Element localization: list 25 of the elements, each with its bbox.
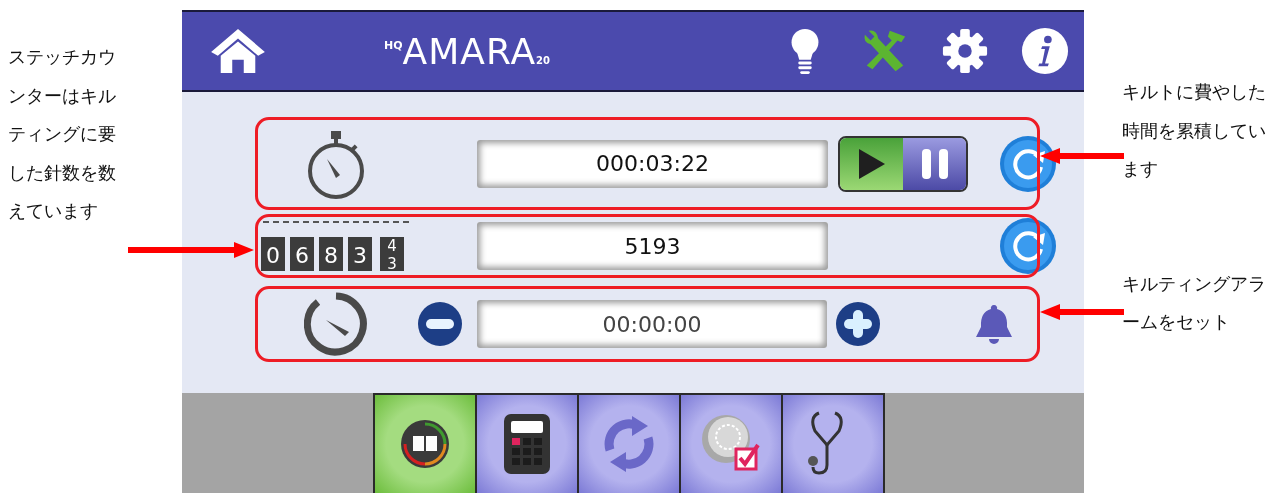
tab-button[interactable]: [679, 393, 783, 493]
settings-icon[interactable]: [940, 27, 990, 75]
info-icon[interactable]: [1020, 27, 1070, 75]
plus-button[interactable]: [835, 301, 882, 347]
play-pause-toggle[interactable]: [838, 135, 968, 192]
tab-button[interactable]: [373, 393, 477, 493]
reset-button[interactable]: [999, 217, 1057, 275]
tab-button[interactable]: [475, 393, 579, 493]
tab-button[interactable]: [781, 393, 885, 493]
minus-button[interactable]: [416, 301, 463, 347]
value-field: 00:00:00: [476, 300, 828, 348]
value-field: 000:03:22: [477, 139, 828, 188]
calculator-icon[interactable]: [503, 413, 551, 475]
play-icon[interactable]: [856, 146, 887, 181]
annotation-text: キルトに費やした時間を累積しています: [1122, 80, 1267, 181]
stopwatch-icon: [305, 128, 367, 199]
bell-icon[interactable]: [974, 303, 1015, 345]
reset-button[interactable]: [999, 134, 1057, 193]
annotation-text: ステッチカウンターはキルティングに要した針数を数えています: [8, 45, 117, 223]
value-field: 5193: [477, 222, 828, 270]
timer-icon: [303, 292, 368, 356]
tab-button[interactable]: [577, 393, 681, 493]
gauge-icon[interactable]: [400, 419, 450, 469]
pause-icon[interactable]: [919, 146, 950, 181]
annotation-text: キルティングアラームをセット: [1122, 271, 1267, 334]
